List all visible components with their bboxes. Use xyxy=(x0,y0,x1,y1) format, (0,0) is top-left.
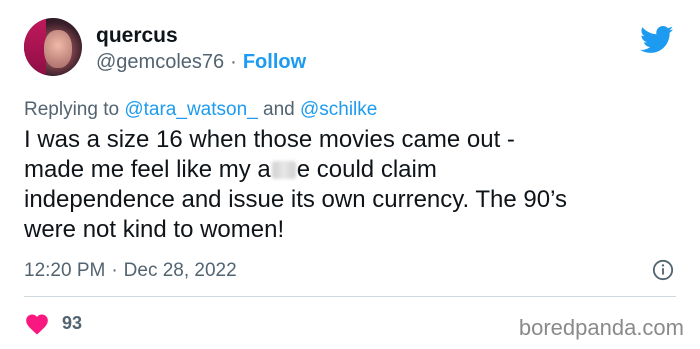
tweet-time: 12:20 PM xyxy=(24,260,106,281)
reply-prefix: Replying to xyxy=(24,99,120,120)
tweet-text: I was a size 16 when those movies came o… xyxy=(24,125,674,245)
avatar-face xyxy=(44,30,72,68)
heart-icon xyxy=(26,314,48,335)
reply-conjunction: and xyxy=(263,99,295,120)
timestamp[interactable]: 12:20 PM · Dec 28, 2022 xyxy=(24,260,237,282)
tweet-line: were not kind to women! xyxy=(24,216,285,243)
reply-context: Replying to @tara_watson_ and @schilke xyxy=(24,99,377,121)
author-name[interactable]: quercus xyxy=(96,24,178,48)
separator: · xyxy=(111,260,118,281)
tweet-line: independence and issue its own currency.… xyxy=(24,186,568,213)
avatar-hair xyxy=(24,18,46,76)
divider xyxy=(24,296,676,297)
mention-link-2[interactable]: @schilke xyxy=(300,99,377,120)
tweet-fragment: e could claim xyxy=(296,156,437,183)
separator: · xyxy=(230,51,237,73)
tweet-line: I was a size 16 when those movies came o… xyxy=(24,126,515,153)
tweet-line: made me feel like my a e could claim xyxy=(24,155,674,185)
author-handle-row: @gemcoles76 · Follow xyxy=(96,51,306,74)
author-handle[interactable]: @gemcoles76 xyxy=(96,51,224,73)
tweet-fragment: made me feel like my a xyxy=(24,156,271,183)
mention-link-1[interactable]: @tara_watson_ xyxy=(124,99,257,120)
avatar[interactable] xyxy=(24,18,82,76)
tweet-date: Dec 28, 2022 xyxy=(123,260,237,281)
like-count: 93 xyxy=(62,312,83,333)
twitter-bird-icon[interactable] xyxy=(640,26,674,54)
info-icon[interactable] xyxy=(652,259,674,281)
watermark: boredpanda.com xyxy=(518,315,684,340)
like-button[interactable]: 93 xyxy=(24,311,82,335)
follow-button[interactable]: Follow xyxy=(243,51,306,73)
censor-blur xyxy=(271,161,296,179)
